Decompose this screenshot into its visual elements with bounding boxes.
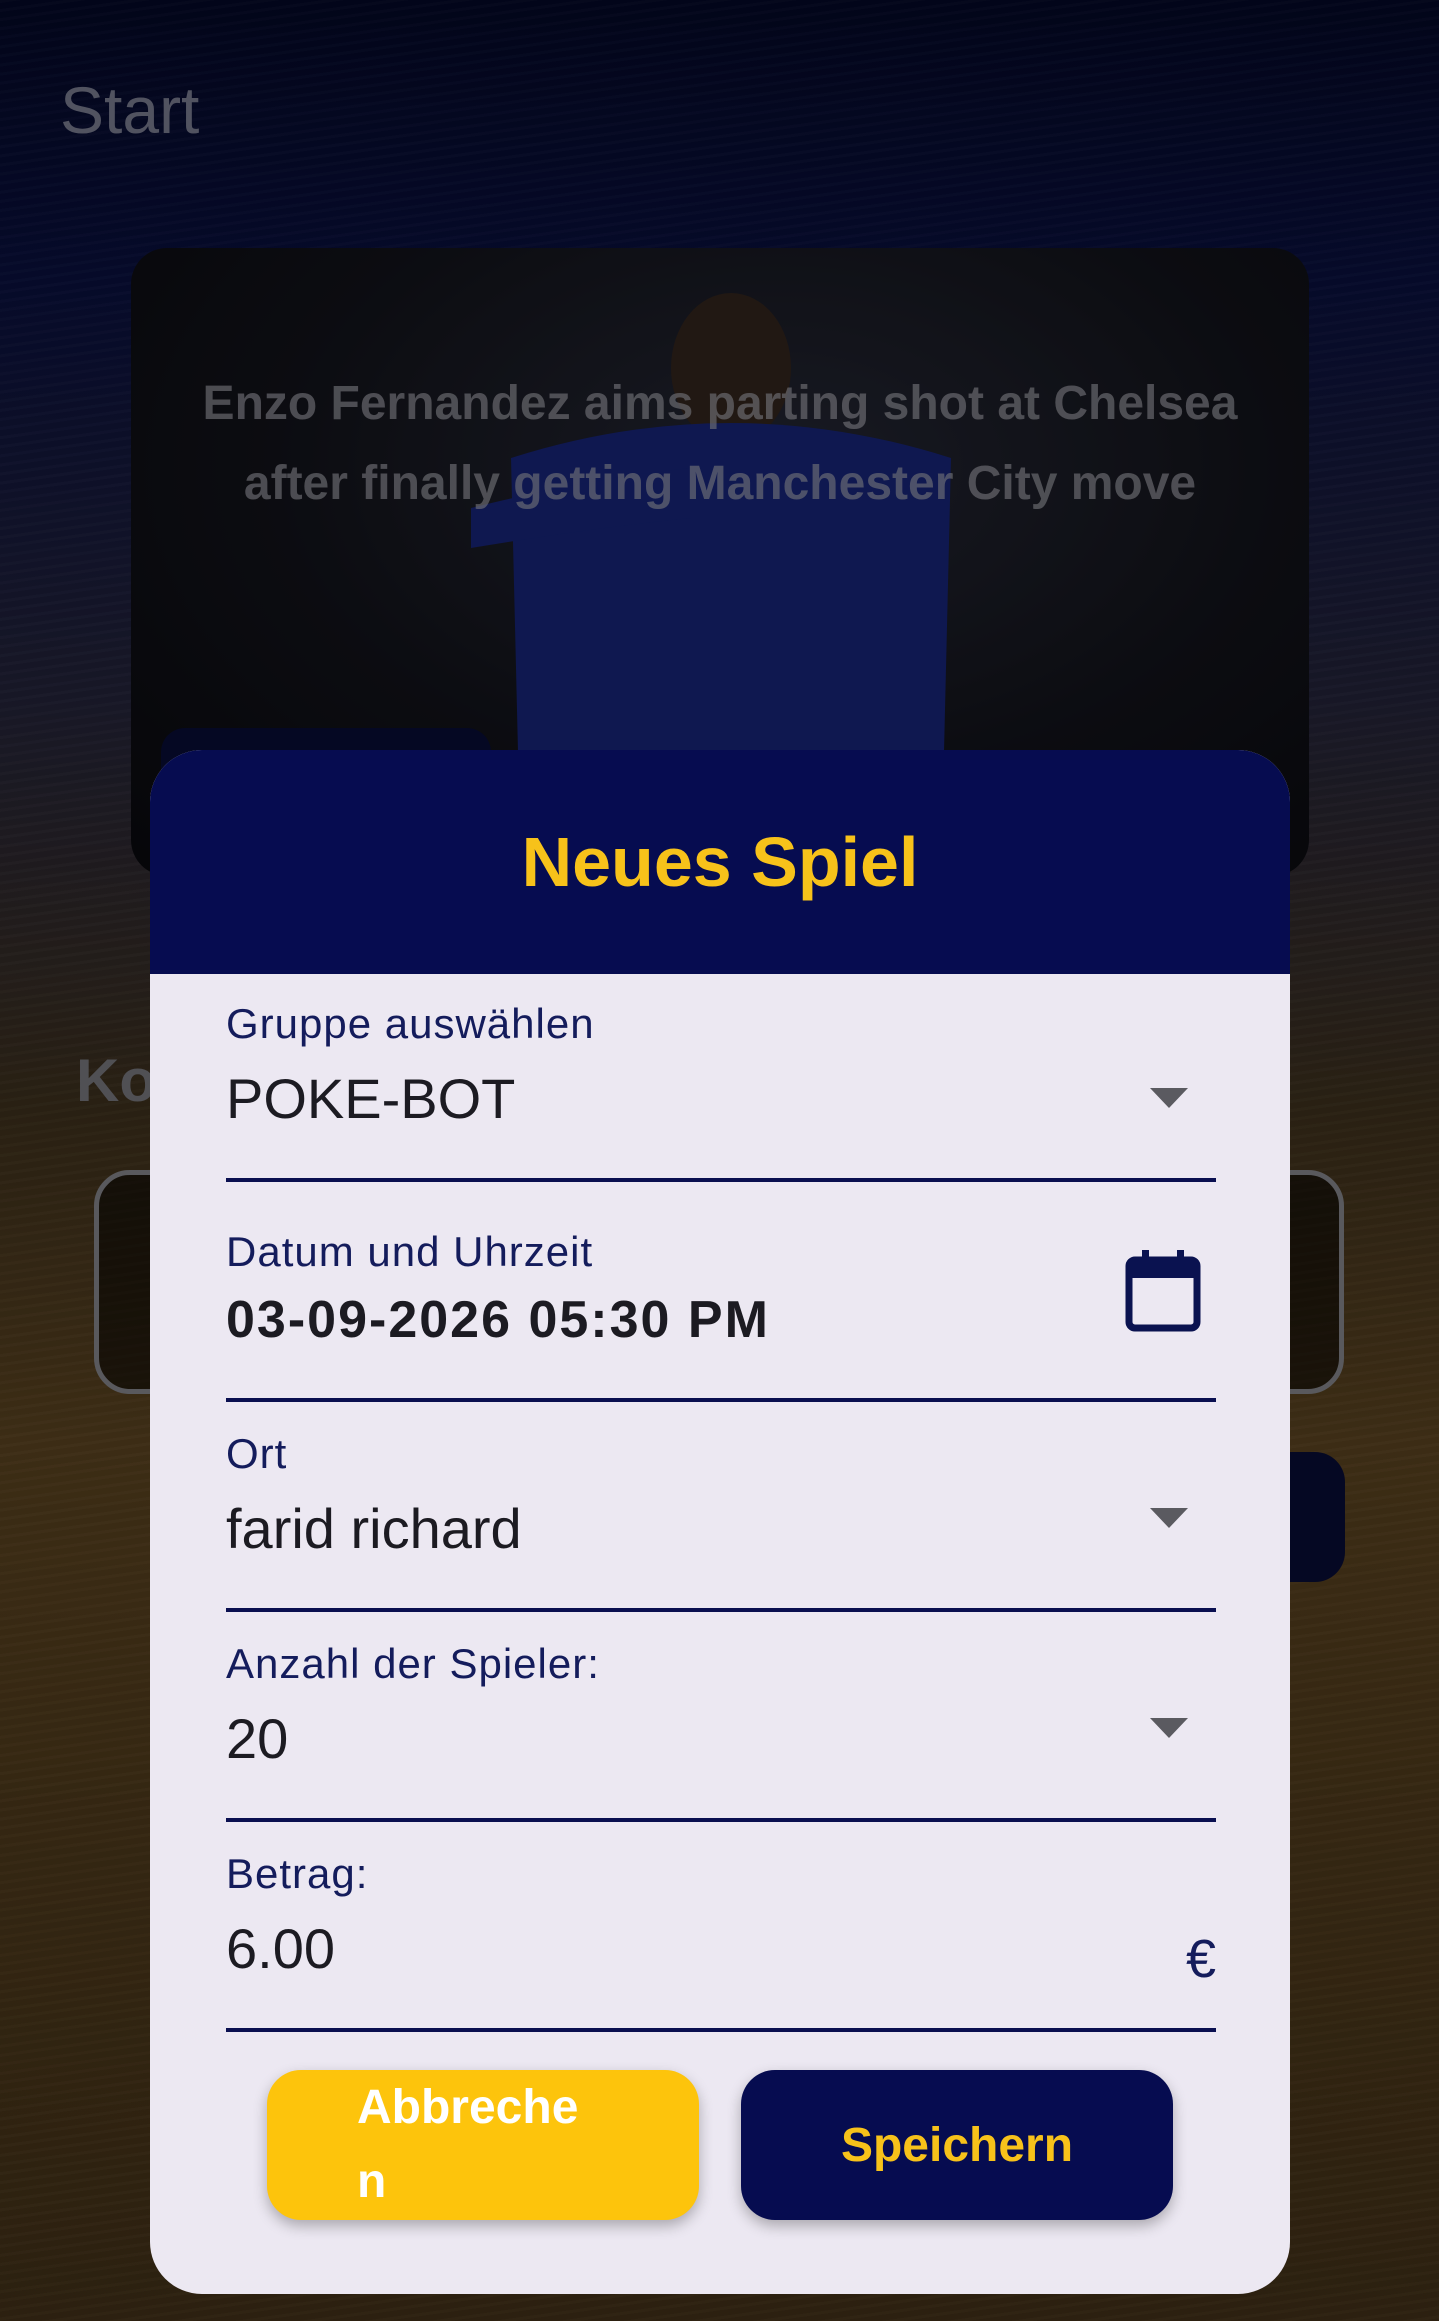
chevron-down-icon <box>1150 1088 1188 1108</box>
datetime-field[interactable]: Datum und Uhrzeit 03-09-2026 05:30 PM <box>226 1228 1216 1402</box>
players-select[interactable]: Anzahl der Spieler: 20 <box>226 1640 1216 1822</box>
new-game-dialog: Neues Spiel Gruppe auswählen POKE-BOT Da… <box>150 750 1290 2294</box>
dialog-header: Neues Spiel <box>150 750 1290 974</box>
calendar-icon[interactable] <box>1124 1248 1202 1334</box>
datetime-label: Datum und Uhrzeit <box>226 1228 594 1275</box>
players-value: 20 <box>226 1707 289 1770</box>
group-select[interactable]: Gruppe auswählen POKE-BOT <box>226 1000 1216 1182</box>
players-label: Anzahl der Spieler: <box>226 1640 600 1687</box>
cancel-button[interactable]: Abbrechen <box>267 2070 699 2220</box>
group-label: Gruppe auswählen <box>226 1000 595 1047</box>
save-button[interactable]: Speichern <box>741 2070 1173 2220</box>
location-value: farid richard <box>226 1497 522 1560</box>
group-value: POKE-BOT <box>226 1067 516 1130</box>
location-label: Ort <box>226 1430 288 1477</box>
amount-label: Betrag: <box>226 1850 369 1897</box>
chevron-down-icon <box>1150 1718 1188 1738</box>
euro-symbol: € <box>1185 1929 1216 1989</box>
location-select[interactable]: Ort farid richard <box>226 1430 1216 1612</box>
dialog-title: Neues Spiel <box>521 823 919 901</box>
datetime-value: 03-09-2026 05:30 PM <box>226 1291 770 1349</box>
amount-input[interactable]: Betrag: 6.00 € <box>226 1850 1216 2032</box>
chevron-down-icon <box>1150 1508 1188 1528</box>
amount-value: 6.00 <box>226 1917 335 1980</box>
